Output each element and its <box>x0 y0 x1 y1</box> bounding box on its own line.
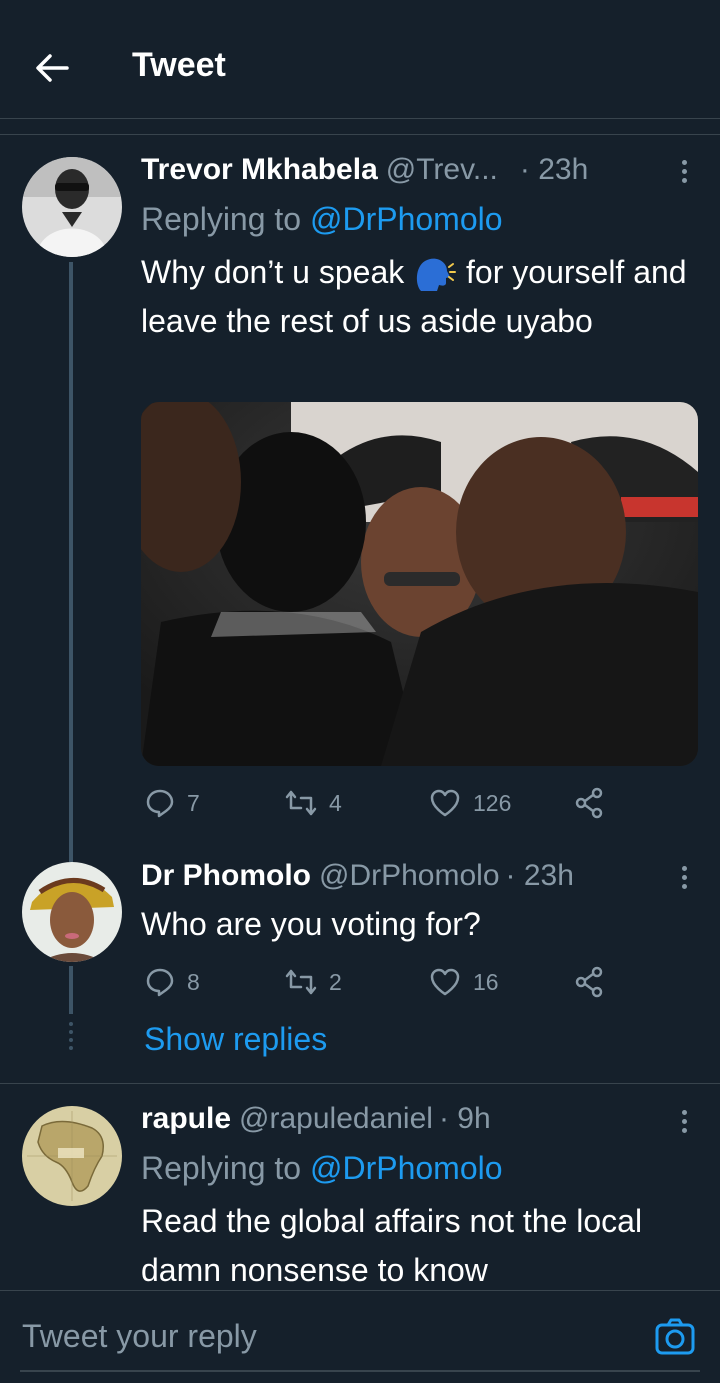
more-options-icon[interactable] <box>674 156 694 186</box>
tweet-text: Who are you voting for? <box>141 906 481 942</box>
retweet-action[interactable]: 4 <box>285 783 342 823</box>
tweet-time[interactable]: · 23h <box>520 153 588 187</box>
tweet-text-part1: Why don’t u speak <box>141 254 405 290</box>
tweet-time[interactable]: · 23h <box>506 859 574 893</box>
reply-input[interactable]: Tweet your reply <box>22 1318 257 1355</box>
thread-dots <box>69 1022 73 1054</box>
mention-link[interactable]: @DrPhomolo <box>310 201 503 237</box>
heart-icon <box>430 789 460 817</box>
tweet-text: Why don’t u speak for yourself and leave… <box>141 248 701 346</box>
tweet-time[interactable]: · 9h <box>439 1102 491 1136</box>
replying-label: Replying to <box>141 1150 310 1186</box>
share-action[interactable] <box>573 962 617 1002</box>
share-action[interactable] <box>573 783 617 823</box>
avatar[interactable] <box>22 862 122 962</box>
reply-icon <box>146 968 174 997</box>
replying-label: Replying to <box>141 201 310 237</box>
author-name[interactable]: rapule <box>141 1102 231 1136</box>
retweet-count: 4 <box>329 789 342 816</box>
author-handle[interactable]: @DrPhomolo <box>319 859 500 893</box>
author-handle[interactable]: @Trev... <box>386 153 498 187</box>
page-title: Tweet <box>132 46 226 84</box>
heart-icon <box>430 968 460 996</box>
author-name[interactable]: Trevor Mkhabela <box>141 153 378 187</box>
tweet-header: rapule @rapuledaniel · 9h <box>141 1102 491 1136</box>
divider <box>0 134 720 135</box>
like-action[interactable]: 126 <box>429 783 511 823</box>
replying-to: Replying to @DrPhomolo <box>141 201 503 238</box>
tweet-header: Dr Phomolo @DrPhomolo · 23h <box>141 859 574 893</box>
author-name[interactable]: Dr Phomolo <box>141 859 311 893</box>
retweet-action[interactable]: 2 <box>285 962 342 1002</box>
share-icon <box>575 966 603 998</box>
tweet-actions: 8 2 16 <box>141 962 611 1002</box>
reply-icon <box>146 789 174 818</box>
like-action[interactable]: 16 <box>429 962 499 1002</box>
thread-line <box>69 966 73 1014</box>
mention-link[interactable]: @DrPhomolo <box>310 1150 503 1186</box>
like-count: 16 <box>473 968 499 995</box>
show-replies-link[interactable]: Show replies <box>144 1021 327 1058</box>
more-options-icon[interactable] <box>674 862 694 892</box>
author-handle[interactable]: @rapuledaniel <box>239 1102 433 1136</box>
tweet-text: Read the global affairs not the local da… <box>141 1203 643 1288</box>
speaking-head-icon <box>413 255 457 295</box>
reply-action[interactable]: 7 <box>145 783 200 823</box>
retweet-count: 2 <box>329 968 342 995</box>
thread-line <box>69 262 73 862</box>
retweet-icon <box>285 790 317 816</box>
avatar[interactable] <box>22 157 122 257</box>
retweet-icon <box>285 969 317 995</box>
tweet-header: Trevor Mkhabela @Trev... · 23h <box>141 153 588 187</box>
back-arrow-icon[interactable] <box>30 46 74 90</box>
reply-count: 7 <box>187 789 200 816</box>
avatar[interactable] <box>22 1106 122 1206</box>
more-options-icon[interactable] <box>674 1106 694 1136</box>
reply-input-underline <box>20 1370 700 1372</box>
camera-icon[interactable] <box>654 1316 696 1358</box>
share-icon <box>575 787 603 819</box>
tweet-actions: 7 4 126 <box>141 783 611 823</box>
reply-action[interactable]: 8 <box>145 962 200 1002</box>
reply-count: 8 <box>187 968 200 995</box>
top-bar: Tweet <box>0 0 720 119</box>
tweet-photo[interactable] <box>141 402 698 766</box>
like-count: 126 <box>473 789 512 816</box>
divider <box>0 1083 720 1084</box>
replying-to: Replying to @DrPhomolo <box>141 1150 503 1187</box>
